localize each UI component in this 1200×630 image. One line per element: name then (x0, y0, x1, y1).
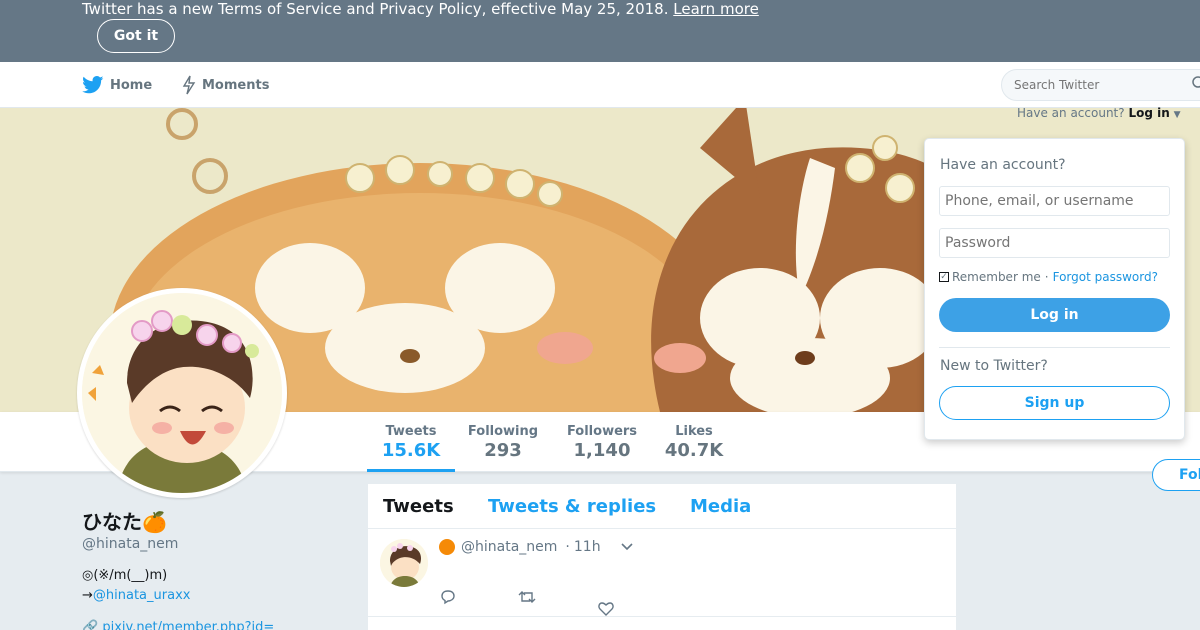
avatar-illustration (82, 293, 282, 493)
lightning-icon (182, 75, 196, 95)
remember-label[interactable]: Remember me (952, 270, 1041, 284)
nav-home[interactable]: Home (82, 62, 152, 108)
login-dropdown-toggle[interactable]: Log in (1128, 106, 1169, 120)
bio-link-line: →@hinata_uraxx (82, 588, 190, 603)
remember-checkbox[interactable]: ✓ (939, 272, 949, 282)
reply-icon[interactable] (440, 589, 456, 609)
login-title: Have an account? (940, 157, 1066, 173)
nav-home-label: Home (110, 77, 153, 93)
tweet-item[interactable]: @hinata_nem · 11h (368, 529, 956, 617)
stat-followers[interactable]: Followers 1,140 (562, 412, 642, 472)
stat-tweets[interactable]: Tweets 15.6K (367, 412, 455, 472)
tweet-actions (440, 589, 676, 616)
bio-line: ◎(※/m(__)m) (82, 568, 168, 583)
learn-more-link[interactable]: Learn more (673, 0, 759, 18)
tab-media[interactable]: Media (690, 496, 751, 517)
stat-following[interactable]: Following 293 (463, 412, 543, 472)
stat-tweets-value: 15.6K (381, 440, 441, 461)
password-field[interactable] (939, 228, 1170, 258)
display-name[interactable]: ひなた🍊 (82, 506, 167, 535)
caret-down-icon[interactable]: ▼ (1174, 110, 1181, 120)
stat-followers-value: 1,140 (573, 440, 631, 461)
policy-notice-banner: Twitter has a new Terms of Service and P… (0, 0, 1200, 62)
policy-notice-text: Twitter has a new Terms of Service and P… (82, 0, 759, 18)
stat-tweets-label: Tweets (385, 424, 437, 439)
login-divider (939, 347, 1170, 348)
tweet-header: @hinata_nem · 11h (439, 539, 633, 555)
forgot-password-link[interactable]: Forgot password? (1053, 270, 1158, 284)
search-input[interactable] (1001, 69, 1200, 101)
bio-mention-link[interactable]: @hinata_uraxx (93, 588, 191, 603)
like-icon[interactable] (598, 601, 614, 621)
login-prompt-text: Have an account? (1017, 106, 1125, 120)
stat-following-label: Following (467, 424, 539, 439)
got-it-button[interactable]: Got it (97, 19, 175, 53)
nav-moments[interactable]: Moments (182, 62, 269, 108)
nav-moments-label: Moments (202, 77, 270, 93)
tweet-avatar[interactable] (380, 539, 428, 587)
twitter-bird-icon (82, 76, 104, 94)
profile-handle[interactable]: @hinata_nem (82, 536, 178, 552)
follow-button[interactable]: Follow (1152, 459, 1200, 491)
profile-website-text: pixiv.net/member.php?id= (102, 620, 275, 630)
remember-separator: · (1044, 270, 1049, 284)
stat-followers-label: Followers (566, 424, 638, 439)
tweet-avatar-illustration (380, 539, 428, 587)
login-button[interactable]: Log in (939, 298, 1170, 332)
signup-button[interactable]: Sign up (939, 386, 1170, 420)
stat-following-value: 293 (484, 440, 522, 461)
stat-likes-label: Likes (675, 424, 713, 439)
profile-website[interactable]: 🔗 pixiv.net/member.php?id= (82, 620, 274, 630)
tab-tweets-and-replies[interactable]: Tweets & replies (488, 496, 656, 517)
top-navigation: Home Moments (0, 62, 1200, 108)
tweet-handle[interactable]: @hinata_nem (461, 539, 557, 555)
tab-tweets[interactable]: Tweets (383, 496, 454, 517)
timeline: Tweets Tweets & replies Media @hinata_ne… (368, 484, 956, 630)
login-prompt: Have an account? Log in ▼ (1017, 106, 1181, 120)
policy-notice-message: Twitter has a new Terms of Service and P… (82, 0, 669, 18)
new-to-twitter-text: New to Twitter? (940, 358, 1048, 374)
chevron-down-icon[interactable] (620, 543, 633, 551)
stat-likes-value: 40.7K (664, 440, 724, 461)
username-field[interactable] (939, 186, 1170, 216)
search-icon[interactable] (1192, 76, 1200, 92)
tweet-separator: · (565, 539, 570, 555)
link-icon: 🔗 (82, 620, 103, 630)
bio-arrow: → (82, 588, 93, 603)
remember-row: ✓ Remember me · Forgot password? (939, 270, 1158, 284)
retweet-icon[interactable] (518, 589, 536, 609)
profile-avatar[interactable] (77, 288, 287, 498)
orange-emoji-icon (439, 539, 455, 555)
stat-likes[interactable]: Likes 40.7K (659, 412, 729, 472)
tweet-time[interactable]: 11h (574, 539, 601, 555)
timeline-tabs: Tweets Tweets & replies Media (368, 484, 956, 529)
login-dropdown: Have an account? ✓ Remember me · Forgot … (924, 138, 1185, 440)
